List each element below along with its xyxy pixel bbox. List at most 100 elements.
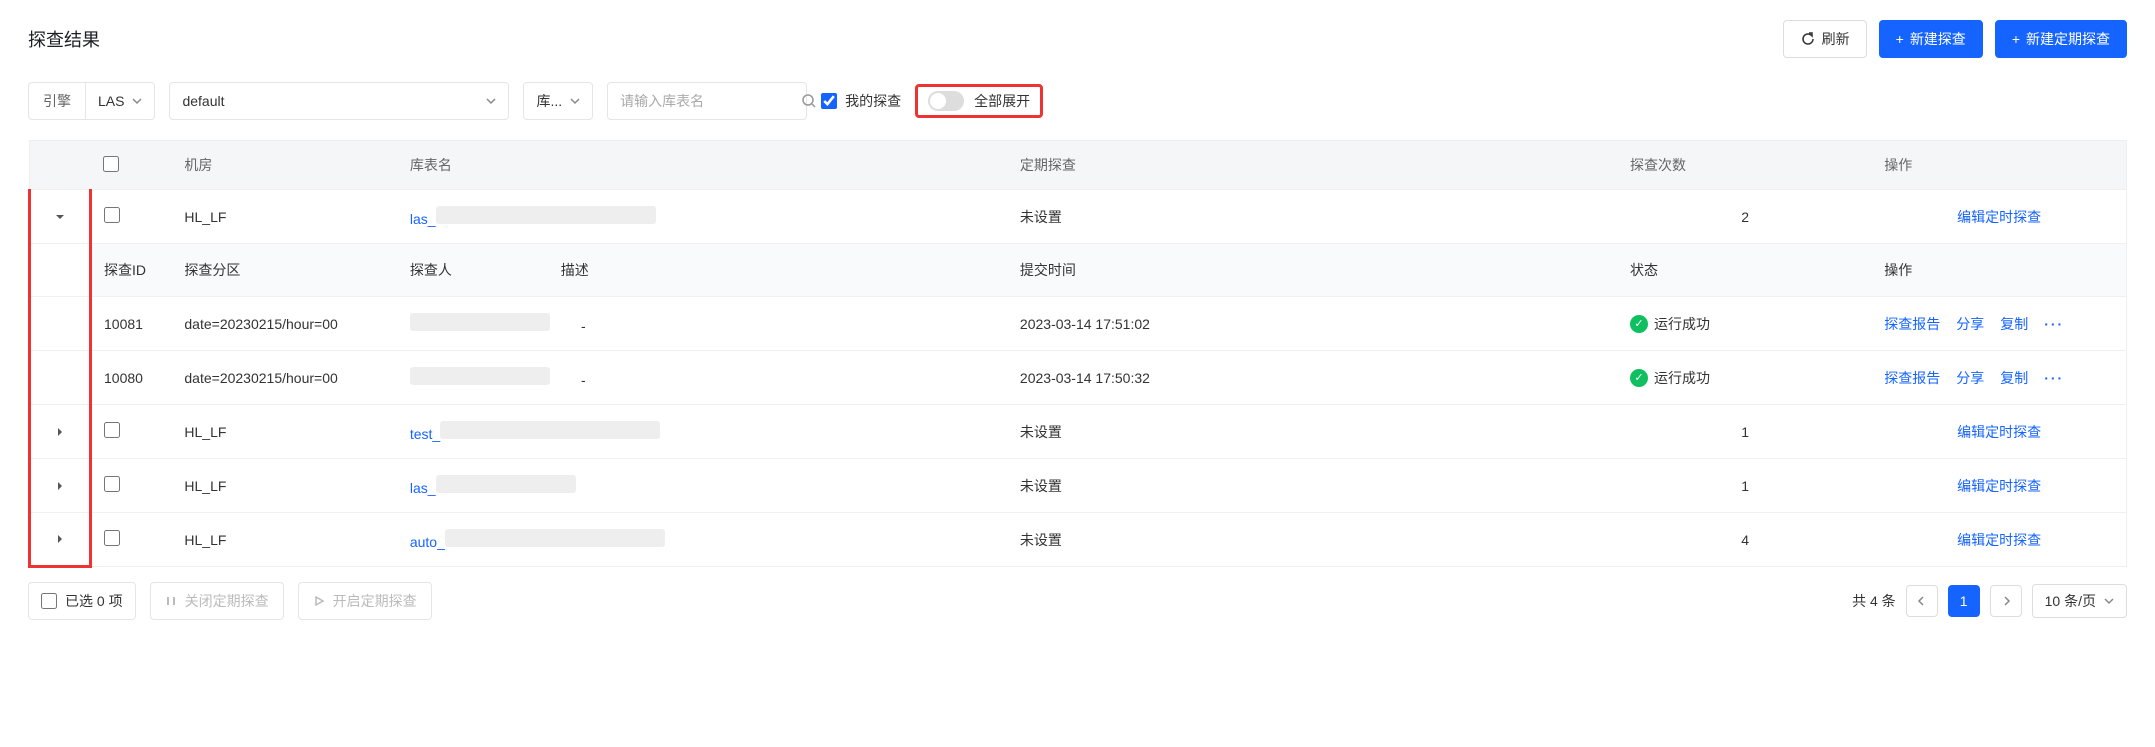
more-icon[interactable]: ··· [2044,316,2064,332]
check-all[interactable] [103,156,119,172]
page-size-select[interactable]: 10 条/页 [2032,584,2127,618]
obscured-text [410,313,550,331]
cell-schedule: 未设置 [1008,513,1618,567]
expand-toggle[interactable] [50,422,70,442]
table-link[interactable]: auto_ [410,534,445,550]
expand-toggle[interactable] [50,476,70,496]
page-size-label: 10 条/页 [2045,591,2096,611]
expand-toggle[interactable] [50,529,70,549]
cell-schedule: 未设置 [1008,190,1618,244]
cell-schedule: 未设置 [1008,405,1618,459]
obscured-text [410,367,550,385]
table-link[interactable]: las_ [410,480,436,496]
chevron-right-icon [2001,596,2011,606]
pagination: 共 4 条 1 10 条/页 [1852,584,2127,618]
my-probes-input[interactable] [821,93,837,109]
report-link[interactable]: 探查报告 [1884,314,1940,334]
table-link[interactable]: test_ [410,426,440,442]
plus-icon: + [2012,31,2020,47]
header-actions: 刷新 + 新建探查 + 新建定期探查 [1783,20,2127,58]
edit-schedule-link[interactable]: 编辑定时探查 [1957,424,2041,440]
th-ops: 操作 [1872,141,2126,190]
open-schedule-button[interactable]: 开启定期探查 [298,582,432,620]
expand-all-toggle[interactable] [928,91,964,111]
obscured-text [445,529,665,547]
chevron-down-icon [132,96,142,106]
new-probe-label: 新建探查 [1910,29,1966,49]
more-icon[interactable]: ··· [2044,370,2064,386]
expand-toggle[interactable] [50,207,70,227]
expand-all-label: 全部展开 [974,91,1030,111]
obscured-text [440,421,660,439]
cell-room: HL_LF [172,459,397,513]
cell-room: HL_LF [172,190,397,244]
status-success: ✓运行成功 [1630,368,1710,388]
row-check[interactable] [104,476,120,492]
row-check[interactable] [104,422,120,438]
page-1-button[interactable]: 1 [1948,585,1980,617]
page-title: 探查结果 [28,26,100,52]
sub-th-partition: 探查分区 [172,244,397,297]
engine-value: LAS [98,93,124,109]
row-check[interactable] [104,530,120,546]
results-table: 机房 库表名 定期探查 探查次数 操作 HL_LF las_ 未设置 2 编辑定… [28,140,2127,568]
default-value: default [182,93,224,109]
caret-right-icon [55,481,65,491]
sub-row: 10081 date=20230215/hour=00 - 2023-03-14… [30,297,2127,351]
table-row: HL_LF las_ 未设置 1 编辑定时探查 [30,459,2127,513]
copy-link[interactable]: 复制 [2000,368,2028,388]
new-probe-button[interactable]: + 新建探查 [1879,20,1983,58]
share-link[interactable]: 分享 [1956,368,1984,388]
sub-row: 10080 date=20230215/hour=00 - 2023-03-14… [30,351,2127,405]
row-check[interactable] [104,207,120,223]
cell-count: 2 [1618,190,1872,244]
my-probes-checkbox[interactable]: 我的探查 [821,91,901,111]
table-row: HL_LF test_ 未设置 1 编辑定时探查 [30,405,2127,459]
obscured-text [436,475,576,493]
prev-page-button[interactable] [1906,585,1938,617]
refresh-icon [1800,31,1816,47]
table-type-label: 库... [536,91,562,111]
cell-count: 1 [1618,459,1872,513]
refresh-label: 刷新 [1822,29,1850,49]
chevron-down-icon [486,96,496,106]
edit-schedule-link[interactable]: 编辑定时探查 [1957,532,2041,548]
cell-probe-id: 10080 [91,351,173,405]
edit-schedule-link[interactable]: 编辑定时探查 [1957,478,2041,494]
search-input[interactable] [620,93,801,109]
copy-link[interactable]: 复制 [2000,314,2028,334]
sub-th-id: 探查ID [91,244,173,297]
pause-icon [165,595,177,607]
engine-label: 引擎 [29,83,86,119]
cell-desc: - [581,372,586,388]
next-page-button[interactable] [1990,585,2022,617]
th-schedule: 定期探查 [1008,141,1618,190]
check-icon: ✓ [1630,369,1648,387]
share-link[interactable]: 分享 [1956,314,1984,334]
th-table: 库表名 [398,141,1008,190]
cell-room: HL_LF [172,513,397,567]
refresh-button[interactable]: 刷新 [1783,20,1867,58]
plus-icon: + [1896,31,1904,47]
edit-schedule-link[interactable]: 编辑定时探查 [1957,209,2041,225]
table-type-select[interactable]: 库... [523,82,593,120]
table-row: HL_LF auto_ 未设置 4 编辑定时探查 [30,513,2127,567]
default-select[interactable]: default [169,82,509,120]
page-header: 探查结果 刷新 + 新建探查 + 新建定期探查 [28,20,2127,58]
sub-th-user: 探查人 描述 [398,244,1008,297]
caret-right-icon [55,427,65,437]
cell-probe-id: 10081 [91,297,173,351]
report-link[interactable]: 探查报告 [1884,368,1940,388]
search-icon [801,93,817,109]
engine-select[interactable]: 引擎 LAS [28,82,155,120]
selected-count-box: 已选 0 项 [28,582,136,620]
cell-count: 1 [1618,405,1872,459]
footer-check[interactable] [41,593,57,609]
new-scheduled-button[interactable]: + 新建定期探查 [1995,20,2127,58]
caret-right-icon [55,534,65,544]
open-schedule-label: 开启定期探查 [333,591,417,611]
sub-th-status: 状态 [1618,244,1872,297]
table-link[interactable]: las_ [410,211,436,227]
th-count: 探查次数 [1618,141,1872,190]
close-schedule-button[interactable]: 关闭定期探查 [150,582,284,620]
